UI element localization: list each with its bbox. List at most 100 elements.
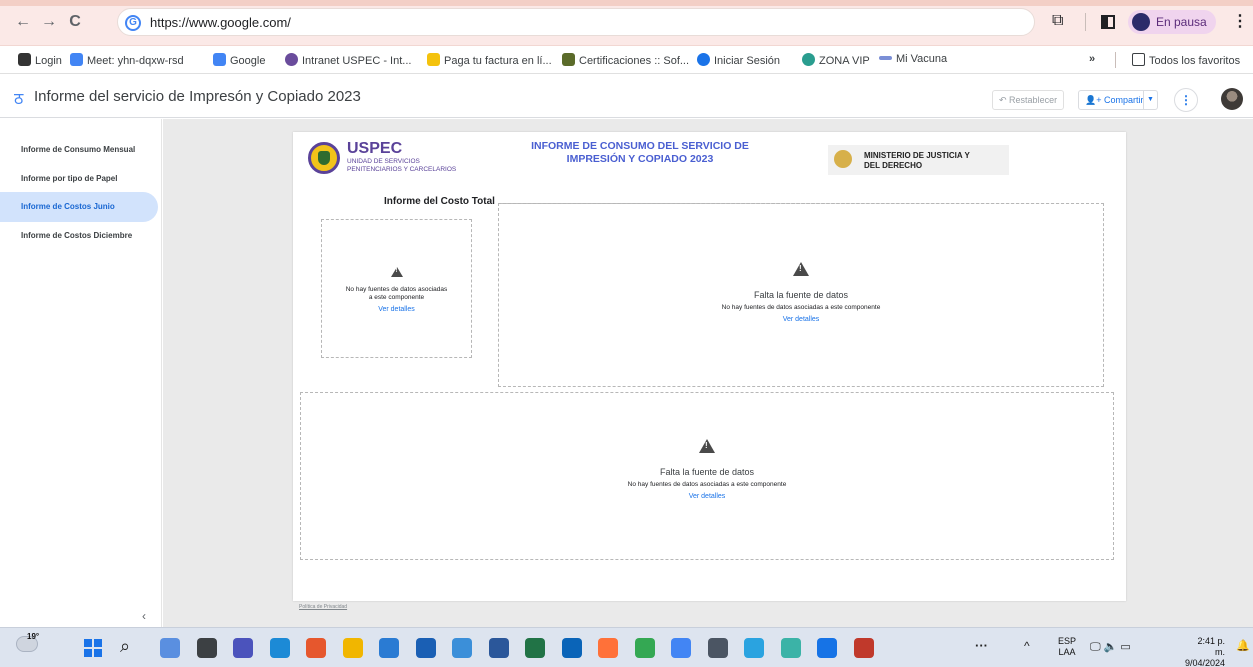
ministry-name-line: MINISTERIO DE JUSTICIA Y <box>864 151 970 160</box>
bookmark-mi-vacuna[interactable]: Mi Vacuna <box>879 53 947 65</box>
start-icon[interactable] <box>84 639 102 657</box>
share-label: Compartir <box>1103 95 1144 105</box>
language-code: ESP <box>1058 636 1077 646</box>
ministry-logo: MINISTERIO DE JUSTICIA Y DEL DERECHO <box>828 145 1009 175</box>
reset-button[interactable]: ↶ Restablecer <box>992 90 1065 110</box>
collapse-nav-icon[interactable]: ‹ <box>142 609 146 623</box>
bookmark-label: Paga tu factura en lí... <box>444 55 552 67</box>
chrome-dev-icon[interactable] <box>671 638 691 658</box>
add-person-icon: 👤+ <box>1085 95 1104 105</box>
profile-status: En pausa <box>1156 15 1207 29</box>
bookmarks-divider <box>1115 52 1116 68</box>
google-icon <box>213 53 226 66</box>
placeholder-message-line: a este componente <box>368 294 425 301</box>
teams-icon[interactable] <box>233 638 253 658</box>
bookmark-zona-vip[interactable]: ZONA VIP <box>802 53 870 67</box>
report-heading-line: IMPRESIÓN Y COPIADO 2023 <box>566 153 714 165</box>
store-icon[interactable] <box>379 638 399 658</box>
side-panel-icon[interactable] <box>1101 15 1115 29</box>
store-grid-icon[interactable] <box>306 638 326 658</box>
user-avatar[interactable] <box>1221 88 1243 110</box>
view-details-link[interactable]: Ver detalles <box>301 493 1113 500</box>
bookmark-intranet[interactable]: Intranet USPEC - Int... <box>285 53 411 67</box>
uspec-logo <box>308 142 340 174</box>
uspec-subtitle-line: UNIDAD DE SERVICIOS <box>347 158 420 165</box>
back-icon[interactable]: ← <box>12 11 34 33</box>
excel-icon[interactable] <box>525 638 545 658</box>
folder-icon <box>1132 53 1145 66</box>
chart-placeholder-small[interactable]: No hay fuentes de datos asociadas a este… <box>321 219 472 358</box>
placeholder-message-line: No hay fuentes de datos asociadas <box>345 286 448 293</box>
login-icon <box>697 53 710 66</box>
chrome-icon[interactable] <box>634 638 655 658</box>
widgets-icon[interactable] <box>160 638 180 658</box>
notifications-icon[interactable]: 🔔 <box>1236 639 1250 652</box>
clock-date: 9/04/2024 <box>1185 658 1226 667</box>
sp-icon <box>562 53 575 66</box>
browser-menu-icon[interactable]: ⋮ <box>1232 11 1248 31</box>
view-details-link[interactable]: Ver detalles <box>499 316 1103 323</box>
mail-icon[interactable] <box>415 638 436 658</box>
telegram-icon[interactable] <box>744 638 764 658</box>
more-apps-icon[interactable]: ··· <box>975 638 988 653</box>
placeholder-message: No hay fuentes de datos asociadas a este… <box>627 481 787 488</box>
nav-item-tipo-papel[interactable]: Informe por tipo de Papel <box>0 164 158 194</box>
placeholder-message: No hay fuentes de datos asociadas a este… <box>721 304 881 311</box>
uspec-name: USPEC <box>347 140 403 157</box>
files-icon[interactable] <box>196 638 217 658</box>
all-bookmarks-folder[interactable]: Todos los favoritos <box>1132 53 1240 67</box>
chart-placeholder-bottom[interactable]: Falta la fuente de datos No hay fuentes … <box>300 392 1114 560</box>
bookmark-factura[interactable]: Paga tu factura en lí... <box>427 53 552 67</box>
browser-icon[interactable] <box>817 638 837 658</box>
input-language[interactable]: ESP LAA <box>1058 636 1076 658</box>
nav-item-costos-diciembre[interactable]: Informe de Costos Diciembre <box>0 221 158 251</box>
bookmark-label: Meet: yhn-dqxw-rsd <box>87 55 184 67</box>
voice-icon[interactable] <box>452 638 472 658</box>
search-icon[interactable]: ⌕ <box>120 636 130 657</box>
toolbar-divider <box>1085 13 1086 31</box>
bookmark-iniciar-sesion[interactable]: Iniciar Sesión <box>697 53 780 67</box>
extensions-icon[interactable]: ⧉ <box>1052 12 1063 30</box>
folder-icon[interactable] <box>342 638 363 658</box>
placeholder-message: No hay fuentes de datos asociadas a este… <box>322 286 471 302</box>
undo-icon: ↶ <box>999 95 1010 105</box>
bookmark-certificaciones[interactable]: Certificaciones :: Sof... <box>562 53 689 67</box>
edge-icon[interactable] <box>269 638 290 658</box>
firefox-icon[interactable] <box>598 638 618 658</box>
clock[interactable]: 2:41 p. m. 9/04/2024 <box>1185 636 1225 667</box>
bookmark-google[interactable]: Google <box>213 53 265 67</box>
nav-item-costos-junio[interactable]: Informe de Costos Junio <box>0 192 158 222</box>
show-hidden-icons-icon[interactable]: ^ <box>1024 639 1030 653</box>
forward-icon[interactable]: → <box>38 11 60 33</box>
view-details-link[interactable]: Ver detalles <box>322 306 471 313</box>
photos-icon[interactable] <box>780 638 801 658</box>
share-button[interactable]: 👤+ Compartir ▼ <box>1078 90 1158 110</box>
uspec-subtitle: UNIDAD DE SERVICIOS PENITENCIARIOS Y CAR… <box>347 158 487 174</box>
share-dropdown-icon[interactable]: ▼ <box>1143 91 1157 109</box>
more-options-icon[interactable]: ⋮ <box>1174 88 1198 112</box>
reload-icon[interactable]: C <box>64 11 86 33</box>
address-bar[interactable]: G https://www.google.com/ <box>117 8 1035 36</box>
more-bookmarks-icon[interactable]: » <box>1089 53 1095 65</box>
system-tray-icons[interactable]: 🖵 🔈 ▭ <box>1090 640 1131 654</box>
bookmark-label: ZONA VIP <box>819 55 870 67</box>
word-icon[interactable] <box>488 638 509 658</box>
calculator-icon[interactable] <box>707 638 728 658</box>
snipping-icon[interactable] <box>853 638 874 658</box>
bookmark-meet[interactable]: Meet: yhn-dqxw-rsd <box>70 53 184 67</box>
url-text: https://www.google.com/ <box>150 15 291 30</box>
bookmark-label: Certificaciones :: Sof... <box>579 55 690 67</box>
profile-button[interactable]: En pausa <box>1128 10 1216 34</box>
looker-studio-logo-icon[interactable]: ठ <box>14 87 23 109</box>
bookmark-login[interactable]: Login <box>18 53 62 67</box>
privacy-policy-link[interactable]: Política de Privacidad <box>299 604 347 610</box>
nav-item-consumo-mensual[interactable]: Informe de Consumo Mensual <box>0 135 158 165</box>
vaccine-icon <box>879 56 892 60</box>
google-icon: G <box>125 15 141 31</box>
outlook-icon[interactable] <box>561 638 582 658</box>
windows-taskbar: 19° ⌕ ··· ^ ESP LAA 🖵 🔈 ▭ 2:41 p. m. 9/0… <box>0 627 1253 667</box>
tab-strip <box>0 0 1253 6</box>
chart-placeholder-right[interactable]: Falta la fuente de datos No hay fuentes … <box>498 203 1104 387</box>
colombia-seal-icon <box>834 150 852 168</box>
edit-icon <box>18 53 31 66</box>
